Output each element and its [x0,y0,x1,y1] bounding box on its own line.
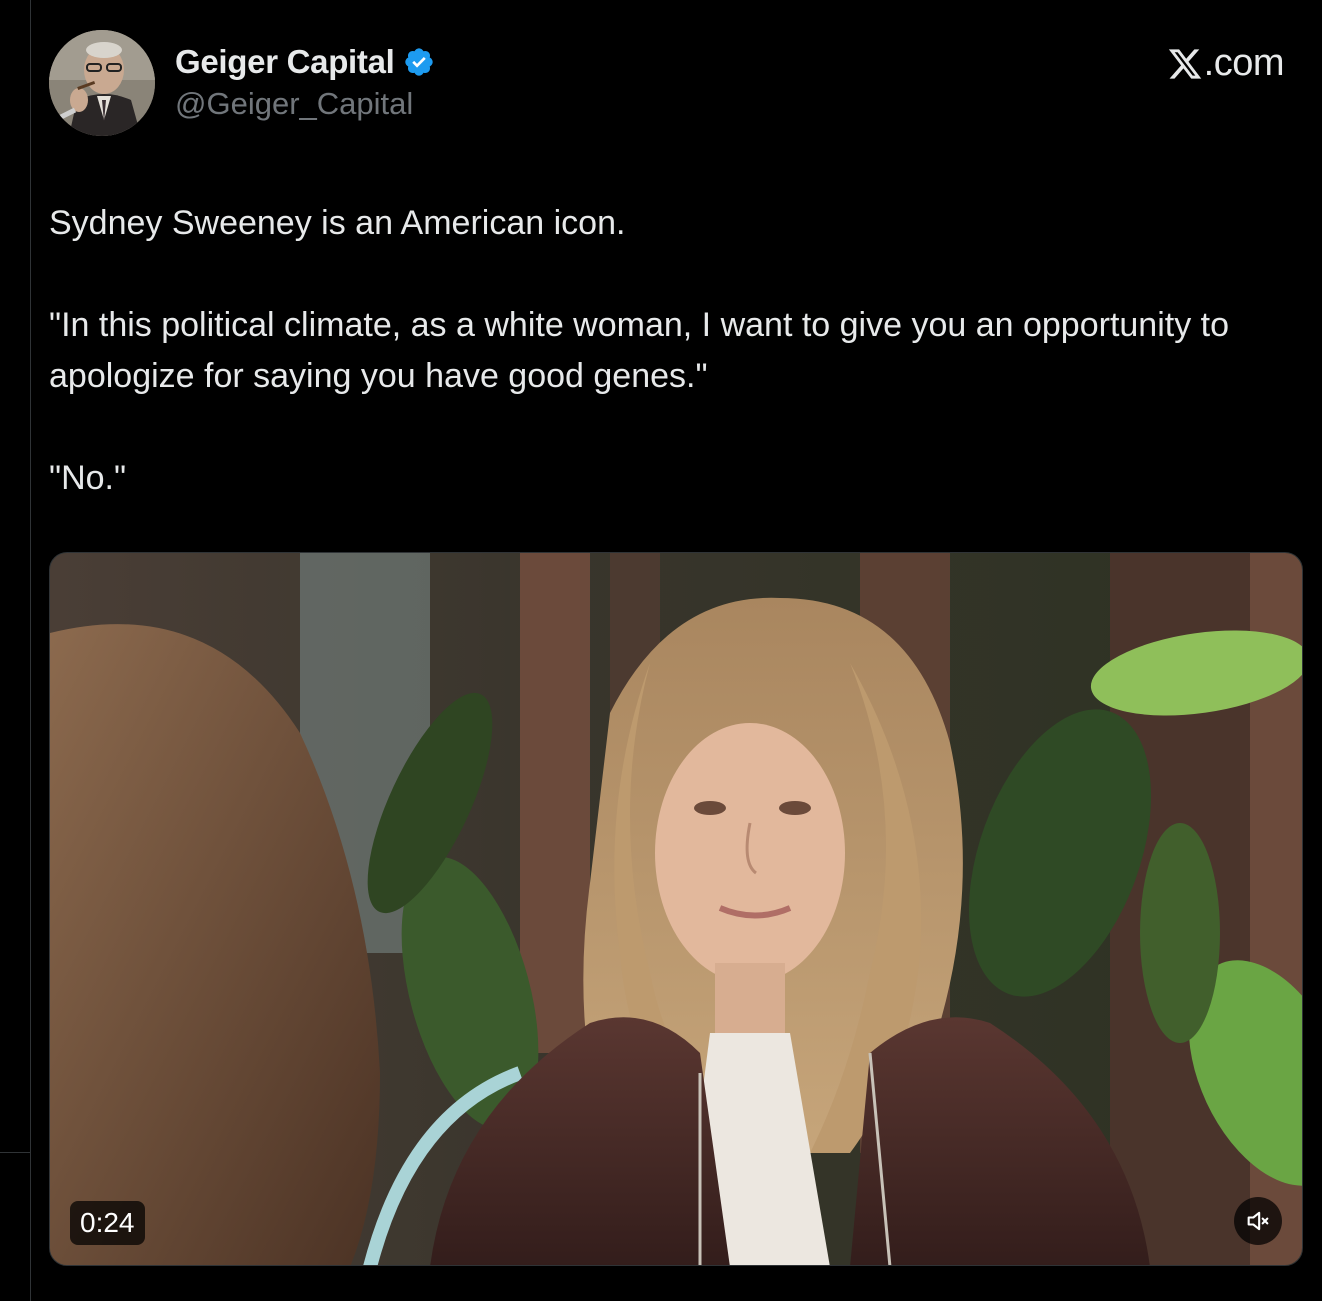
video-player[interactable]: 0:24 [49,552,1303,1266]
tweet-paragraph-1: Sydney Sweeney is an American icon. [49,204,626,242]
speaker-muted-icon [1247,1211,1269,1231]
x-logo-icon [1168,48,1201,79]
name-row: Geiger Capital [175,40,435,84]
thread-divider-tick [0,1152,30,1153]
display-name[interactable]: Geiger Capital [175,43,395,81]
author-block: Geiger Capital @Geiger_Capital [175,40,435,122]
verified-badge-icon[interactable] [403,46,435,78]
handle[interactable]: @Geiger_Capital [175,86,435,122]
tweet-text: Sydney Sweeney is an American icon. "In … [49,198,1279,504]
brand-watermark: .com [1167,42,1285,85]
avatar-image [49,30,155,136]
thread-divider [30,0,31,1301]
video-duration: 0:24 [70,1201,145,1245]
brand-label: .com [1203,42,1285,84]
avatar[interactable] [49,30,155,136]
mute-button[interactable] [1234,1197,1282,1245]
video-thumbnail [50,553,1302,1265]
tweet-paragraph-2: "In this political climate, as a white w… [49,306,1230,395]
tweet-paragraph-3: "No." [49,459,127,497]
tweet-screenshot: Geiger Capital @Geiger_Capital .com Sydn… [0,0,1322,1301]
